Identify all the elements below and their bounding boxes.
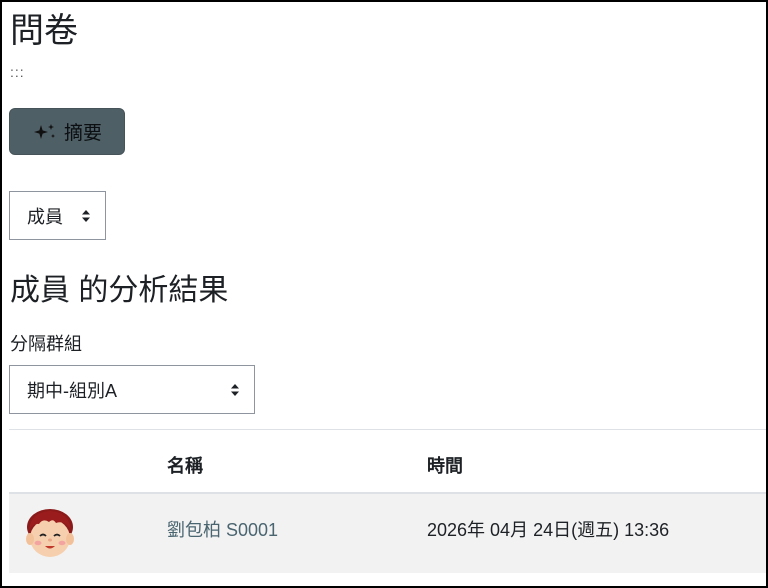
group-select-label: 分隔群組 [10,334,82,354]
divider [9,429,766,430]
page-frame: 問卷 ::: 摘要 成員 成員 的分析結果 分隔群組 期中-組別A 名稱 時間 … [0,0,768,588]
select-arrows-icon [230,383,240,397]
summary-button[interactable]: 摘要 [9,108,125,155]
view-select-value: 成員 [27,206,63,227]
user-avatar-icon[interactable] [25,506,75,560]
summary-button-label: 摘要 [63,123,102,144]
user-name-link[interactable]: 劉包柏 S0001 [167,516,278,542]
sparkles-icon [32,123,58,141]
table-row: 劉包柏 S0001 2026年 04月 24日(週五) 13:36 [9,494,766,573]
group-select[interactable]: 期中-組別A [9,365,255,414]
group-select-value: 期中-組別A [27,380,117,401]
column-header-time[interactable]: 時間 [427,452,463,478]
select-arrows-icon [81,209,91,223]
drag-handle-dots: ::: [10,64,25,80]
view-select[interactable]: 成員 [9,191,106,240]
page-title: 問卷 [10,12,78,50]
column-header-name[interactable]: 名稱 [167,452,203,478]
response-time: 2026年 04月 24日(週五) 13:36 [427,520,670,540]
section-title: 成員 的分析結果 [10,274,229,307]
